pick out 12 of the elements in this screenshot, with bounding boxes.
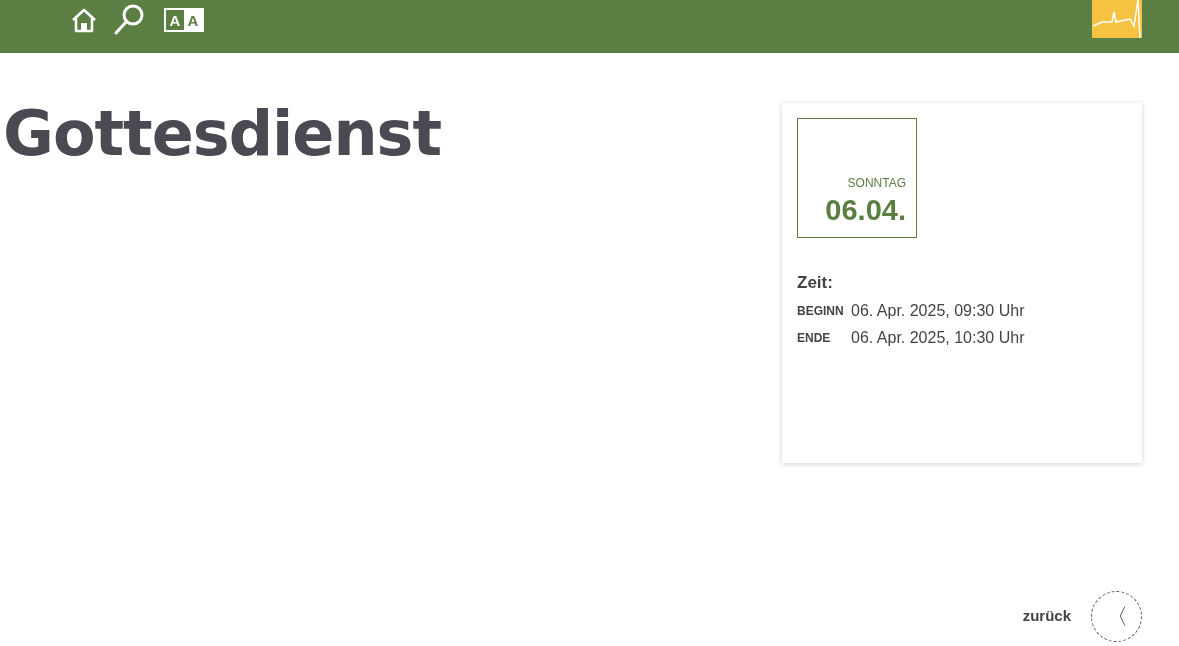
- time-label: BEGINN: [797, 302, 845, 320]
- weekday-label: SONNTAG: [847, 174, 906, 192]
- home-icon[interactable]: [70, 7, 98, 33]
- time-label: ENDE: [797, 329, 832, 347]
- font-size-toggle[interactable]: A A: [164, 8, 204, 32]
- time-heading: Zeit:: [797, 272, 834, 294]
- page-title: Gottesdienst: [2, 103, 443, 165]
- time-value: 06. Apr. 2025, 09:30 Uhr: [851, 300, 1025, 321]
- search-icon[interactable]: [112, 3, 146, 37]
- date-label: 06.04.: [825, 192, 906, 228]
- time-value: 06. Apr. 2025, 10:30 Uhr: [851, 327, 1025, 348]
- back-link[interactable]: zurück: [1022, 605, 1071, 628]
